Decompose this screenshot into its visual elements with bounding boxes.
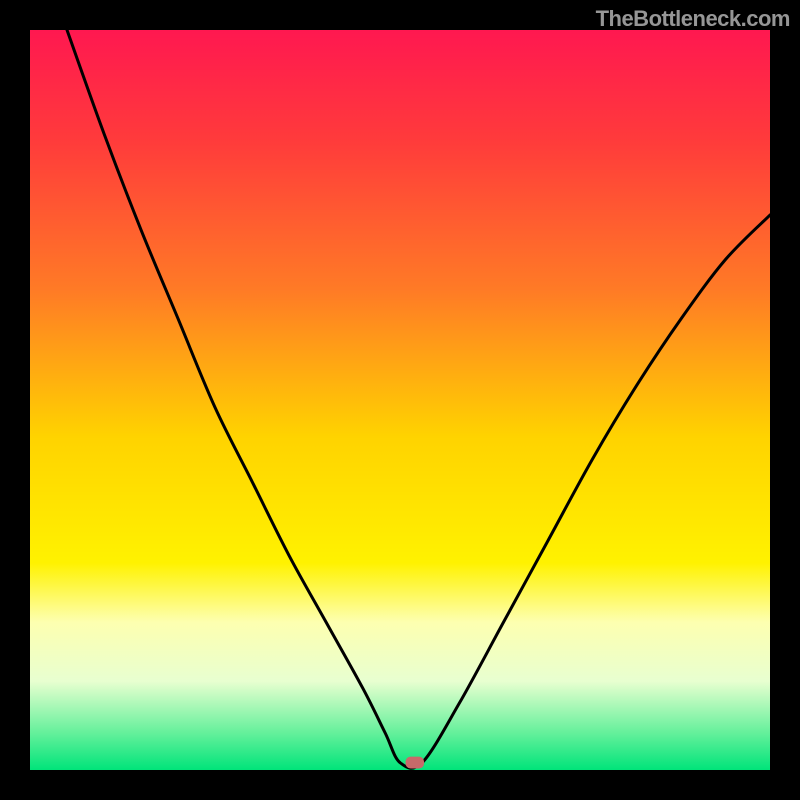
optimal-marker bbox=[406, 757, 425, 769]
gradient-background bbox=[30, 30, 770, 770]
plot-area bbox=[30, 30, 770, 770]
watermark-text: TheBottleneck.com bbox=[596, 6, 790, 32]
chart-container: TheBottleneck.com bbox=[0, 0, 800, 800]
bottleneck-chart bbox=[30, 30, 770, 770]
